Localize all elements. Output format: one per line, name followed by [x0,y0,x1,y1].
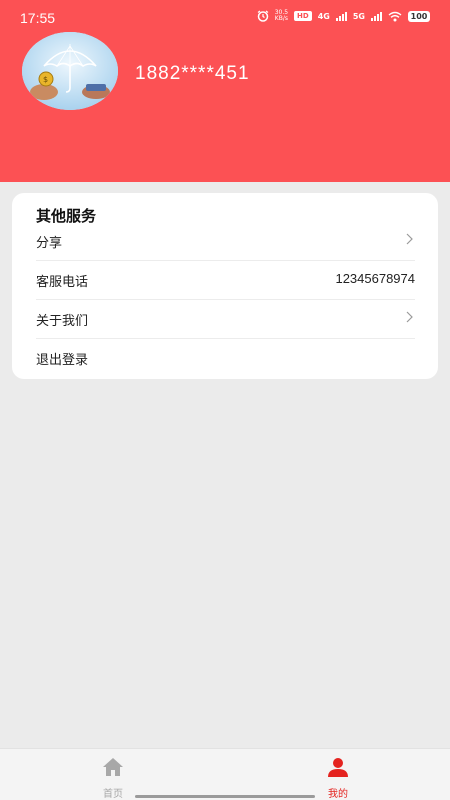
logout-row[interactable]: 退出登录 [36,339,415,378]
chevron-right-icon [406,233,413,245]
sim1-type: 4G [317,11,330,21]
customer-service-phone[interactable]: 12345678974 [335,271,415,286]
sim2-type: 5G [352,11,365,21]
profile-header: 17:55 30.5 KB/s HD 4G 5G 100 $ 1882****4… [0,0,450,182]
nav-home[interactable]: 首页 [73,749,153,800]
nav-mine[interactable]: 我的 [298,749,378,800]
net-speed: 30.5 KB/s [274,9,289,22]
customer-service-row[interactable]: 客服电话 12345678974 [36,261,415,300]
hd-badge: HD [294,11,312,21]
status-icons: 30.5 KB/s HD 4G 5G 100 [257,10,430,22]
home-indicator [135,795,315,798]
share-row[interactable]: 分享 [36,222,415,261]
wifi-icon [388,11,402,21]
signal-2-icon [371,11,382,21]
signal-1-icon [335,11,347,21]
logout-label: 退出登录 [36,353,89,368]
customer-service-label: 客服电话 [36,275,89,290]
user-icon [328,758,348,777]
bottom-nav: 首页 我的 [0,748,450,800]
share-label: 分享 [36,236,63,251]
services-card: 其他服务 分享 客服电话 12345678974 关于我们 退出登录 [12,193,438,379]
avatar[interactable]: $ [22,32,118,110]
battery-icon: 100 [408,10,430,22]
umbrella-money-hands-icon: $ [22,32,118,110]
alarm-icon [257,10,269,22]
about-us-label: 关于我们 [36,314,89,329]
chevron-right-icon [406,311,413,323]
user-phone: 1882****451 [135,63,250,84]
home-icon [103,758,123,776]
status-time: 17:55 [20,10,56,26]
about-us-row[interactable]: 关于我们 [36,300,415,339]
svg-text:$: $ [43,75,48,84]
